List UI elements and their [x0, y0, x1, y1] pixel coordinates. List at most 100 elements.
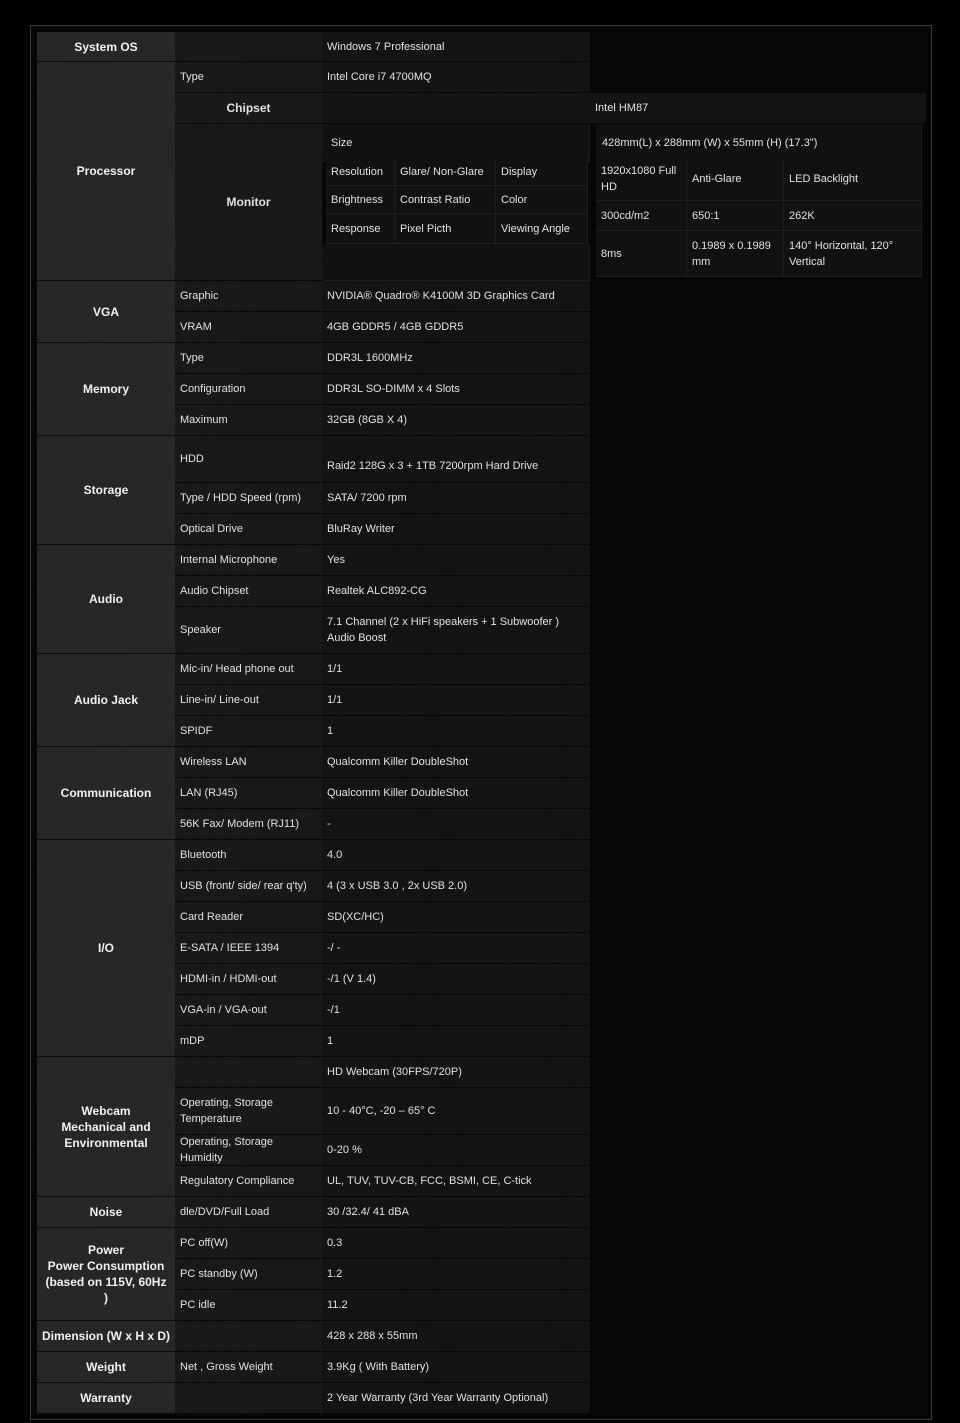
category-weight: Weight [37, 1352, 175, 1383]
value-spdif: 1 [322, 716, 590, 747]
value-system-os: Windows 7 Professional [322, 32, 590, 62]
category-warranty: Warranty [37, 1383, 175, 1414]
value-internal-microphone: Yes [322, 545, 590, 576]
monitor-header-contrast: Contrast Ratio [395, 186, 496, 214]
label-speaker: Speaker [175, 607, 322, 654]
value-pc-off: 0.3 [322, 1228, 590, 1259]
label-temperature: Operating, Storage Temperature [175, 1088, 322, 1135]
label-card-reader: Card Reader [175, 902, 322, 933]
category-webcam-mechanical: Webcam Mechanical and Environmental [37, 1057, 175, 1197]
label-weight: Net , Gross Weight [175, 1352, 322, 1383]
category-webcam-line-2: Mechanical and [61, 1119, 151, 1134]
value-webcam: HD Webcam (30FPS/720P) [322, 1057, 590, 1088]
value-bluetooth: 4.0 [322, 840, 590, 871]
category-vga: VGA [37, 281, 175, 343]
label-hdd-speed: Type / HDD Speed (rpm) [175, 483, 322, 514]
category-storage: Storage [37, 436, 175, 545]
chipset-empty-cell [322, 93, 590, 124]
category-memory: Memory [37, 343, 175, 436]
monitor-value-brightness: 300cd/m2 [596, 201, 687, 231]
label-vga-in-out: VGA-in / VGA-out [175, 995, 322, 1026]
label-empty [175, 1321, 322, 1352]
label-hdd: HDD [175, 436, 322, 483]
value-speaker: 7.1 Channel (2 x HiFi speakers + 1 Subwo… [322, 607, 590, 654]
category-audio-jack: Audio Jack [37, 654, 175, 747]
value-hdd-speed: SATA/ 7200 rpm [322, 483, 590, 514]
value-lan: Qualcomm Killer DoubleShot [322, 778, 590, 809]
label-mic-in: Mic-in/ Head phone out [175, 654, 322, 685]
monitor-size-value: 428mm(L) x 288mm (W) x 55mm (H) (17.3") [596, 124, 922, 162]
label-graphic: Graphic [175, 281, 322, 312]
label-webcam [175, 1057, 322, 1088]
label-mdp: mDP [175, 1026, 322, 1057]
label-optical-drive: Optical Drive [175, 514, 322, 545]
category-noise: Noise [37, 1197, 175, 1228]
value-line-in: 1/1 [322, 685, 590, 716]
label-bluetooth: Bluetooth [175, 840, 322, 871]
label-processor-type: Type [175, 62, 322, 93]
label-internal-microphone: Internal Microphone [175, 545, 322, 576]
value-pc-standby: 1.2 [322, 1259, 590, 1290]
value-graphic: NVIDIA® Quadro® K4100M 3D Graphics Card [322, 281, 590, 312]
value-noise: 30 /32.4/ 41 dBA [322, 1197, 590, 1228]
value-humidity: 0-20 % [322, 1135, 590, 1166]
monitor-value-color: 262K [784, 201, 922, 231]
value-card-reader: SD(XC/HC) [322, 902, 590, 933]
label-pc-idle: PC idle [175, 1290, 322, 1321]
value-vga-in-out: -/1 [322, 995, 590, 1026]
category-audio: Audio [37, 545, 175, 654]
label-memory-type: Type [175, 343, 322, 374]
value-pc-idle: 11.2 [322, 1290, 590, 1321]
label-monitor: Monitor [175, 124, 322, 281]
value-processor-type: Intel Core i7 4700MQ [322, 62, 590, 93]
label-usb: USB (front/ side/ rear q'ty) [175, 871, 322, 902]
value-regulatory: UL, TUV, TUV-CB, FCC, BSMI, CE, C-tick [322, 1166, 590, 1197]
monitor-header-pixel-pitch: Pixel Picth [395, 214, 496, 244]
value-weight: 3.9Kg ( With Battery) [322, 1352, 590, 1383]
monitor-value-response: 8ms [596, 231, 687, 277]
category-power: Power Power Consumption (based on 115V, … [37, 1228, 175, 1321]
label-line-in: Line-in/ Line-out [175, 685, 322, 716]
label-spdif: SPIDF [175, 716, 322, 747]
value-warranty: 2 Year Warranty (3rd Year Warranty Optio… [322, 1383, 590, 1414]
monitor-header-display: Display [496, 158, 588, 186]
category-power-line-3: (based on 115V, 60Hz ) [45, 1275, 167, 1305]
category-dimension: Dimension (W x H x D) [37, 1321, 175, 1352]
value-temperature: 10 - 40°C, -20 – 65° C [322, 1088, 590, 1135]
value-dimension: 428 x 288 x 55mm [322, 1321, 590, 1352]
value-memory-configuration: DDR3L SO-DIMM x 4 Slots [322, 374, 590, 405]
label-hdmi: HDMI-in / HDMI-out [175, 964, 322, 995]
monitor-header-viewing-angle: Viewing Angle [496, 214, 588, 244]
monitor-size-label: Size [322, 124, 590, 162]
value-hdd: Raid2 128G x 3 + 1TB 7200rpm Hard Drive [322, 436, 590, 483]
monitor-header-response: Response [326, 214, 395, 244]
value-memory-maximum: 32GB (8GB X 4) [322, 405, 590, 436]
value-esata: -/ - [322, 933, 590, 964]
value-wireless-lan: Qualcomm Killer DoubleShot [322, 747, 590, 778]
label-vram: VRAM [175, 312, 322, 343]
label-esata: E-SATA / IEEE 1394 [175, 933, 322, 964]
monitor-header-resolution: Resolution [326, 158, 395, 186]
label-chipset: Chipset [175, 93, 322, 124]
category-system-os: System OS [37, 32, 175, 62]
monitor-value-viewing-angle: 140° Horizontal, 120° Vertical [784, 231, 922, 277]
label-noise: dle/DVD/Full Load [175, 1197, 322, 1228]
label-memory-configuration: Configuration [175, 374, 322, 405]
label-lan: LAN (RJ45) [175, 778, 322, 809]
monitor-value-display: LED Backlight [784, 158, 922, 201]
value-vram: 4GB GDDR5 / 4GB GDDR5 [322, 312, 590, 343]
category-power-line-2: Power Consumption [47, 1259, 165, 1273]
label-memory-maximum: Maximum [175, 405, 322, 436]
label-empty [175, 1383, 322, 1414]
label-empty [175, 32, 322, 62]
monitor-header-brightness: Brightness [326, 186, 395, 214]
monitor-value-glare: Anti-Glare [687, 158, 784, 201]
category-processor: Processor [37, 62, 175, 281]
category-io: I/O [37, 840, 175, 1057]
label-pc-standby: PC standby (W) [175, 1259, 322, 1290]
value-audio-chipset: Realtek ALC892-CG [322, 576, 590, 607]
category-webcam-line-3: Environmental [64, 1135, 148, 1150]
value-mdp: 1 [322, 1026, 590, 1057]
label-wireless-lan: Wireless LAN [175, 747, 322, 778]
value-mic-in: 1/1 [322, 654, 590, 685]
